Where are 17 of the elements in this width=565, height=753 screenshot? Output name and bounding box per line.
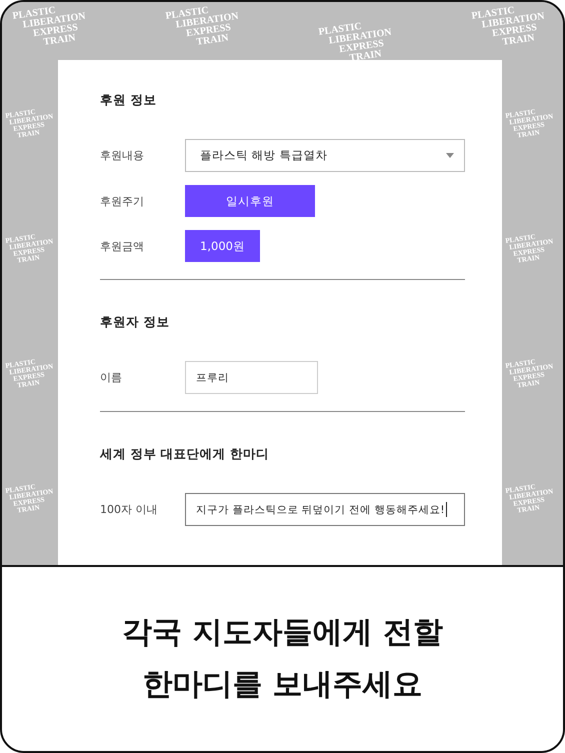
field-label: 100자 이내 bbox=[100, 502, 158, 517]
option-button[interactable]: 1,000원 bbox=[185, 230, 260, 262]
dropdown-arrow-icon bbox=[446, 153, 454, 158]
section-heading: 후원자 정보 bbox=[100, 314, 170, 331]
field-label: 후원주기 bbox=[100, 194, 145, 208]
field-label: 이름 bbox=[100, 370, 123, 385]
text-field[interactable]: 지구가 플라스틱으로 뒤덮이기 전에 행동해주세요! bbox=[185, 493, 465, 526]
section-heading: 후원 정보 bbox=[100, 92, 158, 109]
text-field[interactable]: 프루리 bbox=[185, 361, 318, 394]
field-label: 후원내용 bbox=[100, 148, 145, 163]
option-button[interactable]: 일시후원 bbox=[185, 185, 315, 217]
dropdown[interactable]: 플라스틱 해방 특급열차 bbox=[185, 139, 465, 172]
text-cursor bbox=[446, 502, 447, 517]
caption-text: 한마디를 보내주세요 bbox=[142, 666, 423, 704]
field-label: 후원금액 bbox=[100, 238, 145, 254]
section-heading: 세계 정부 대표단에게 한마디 bbox=[100, 446, 270, 463]
caption-text: 각국 지도자들에게 전할 bbox=[122, 614, 443, 652]
